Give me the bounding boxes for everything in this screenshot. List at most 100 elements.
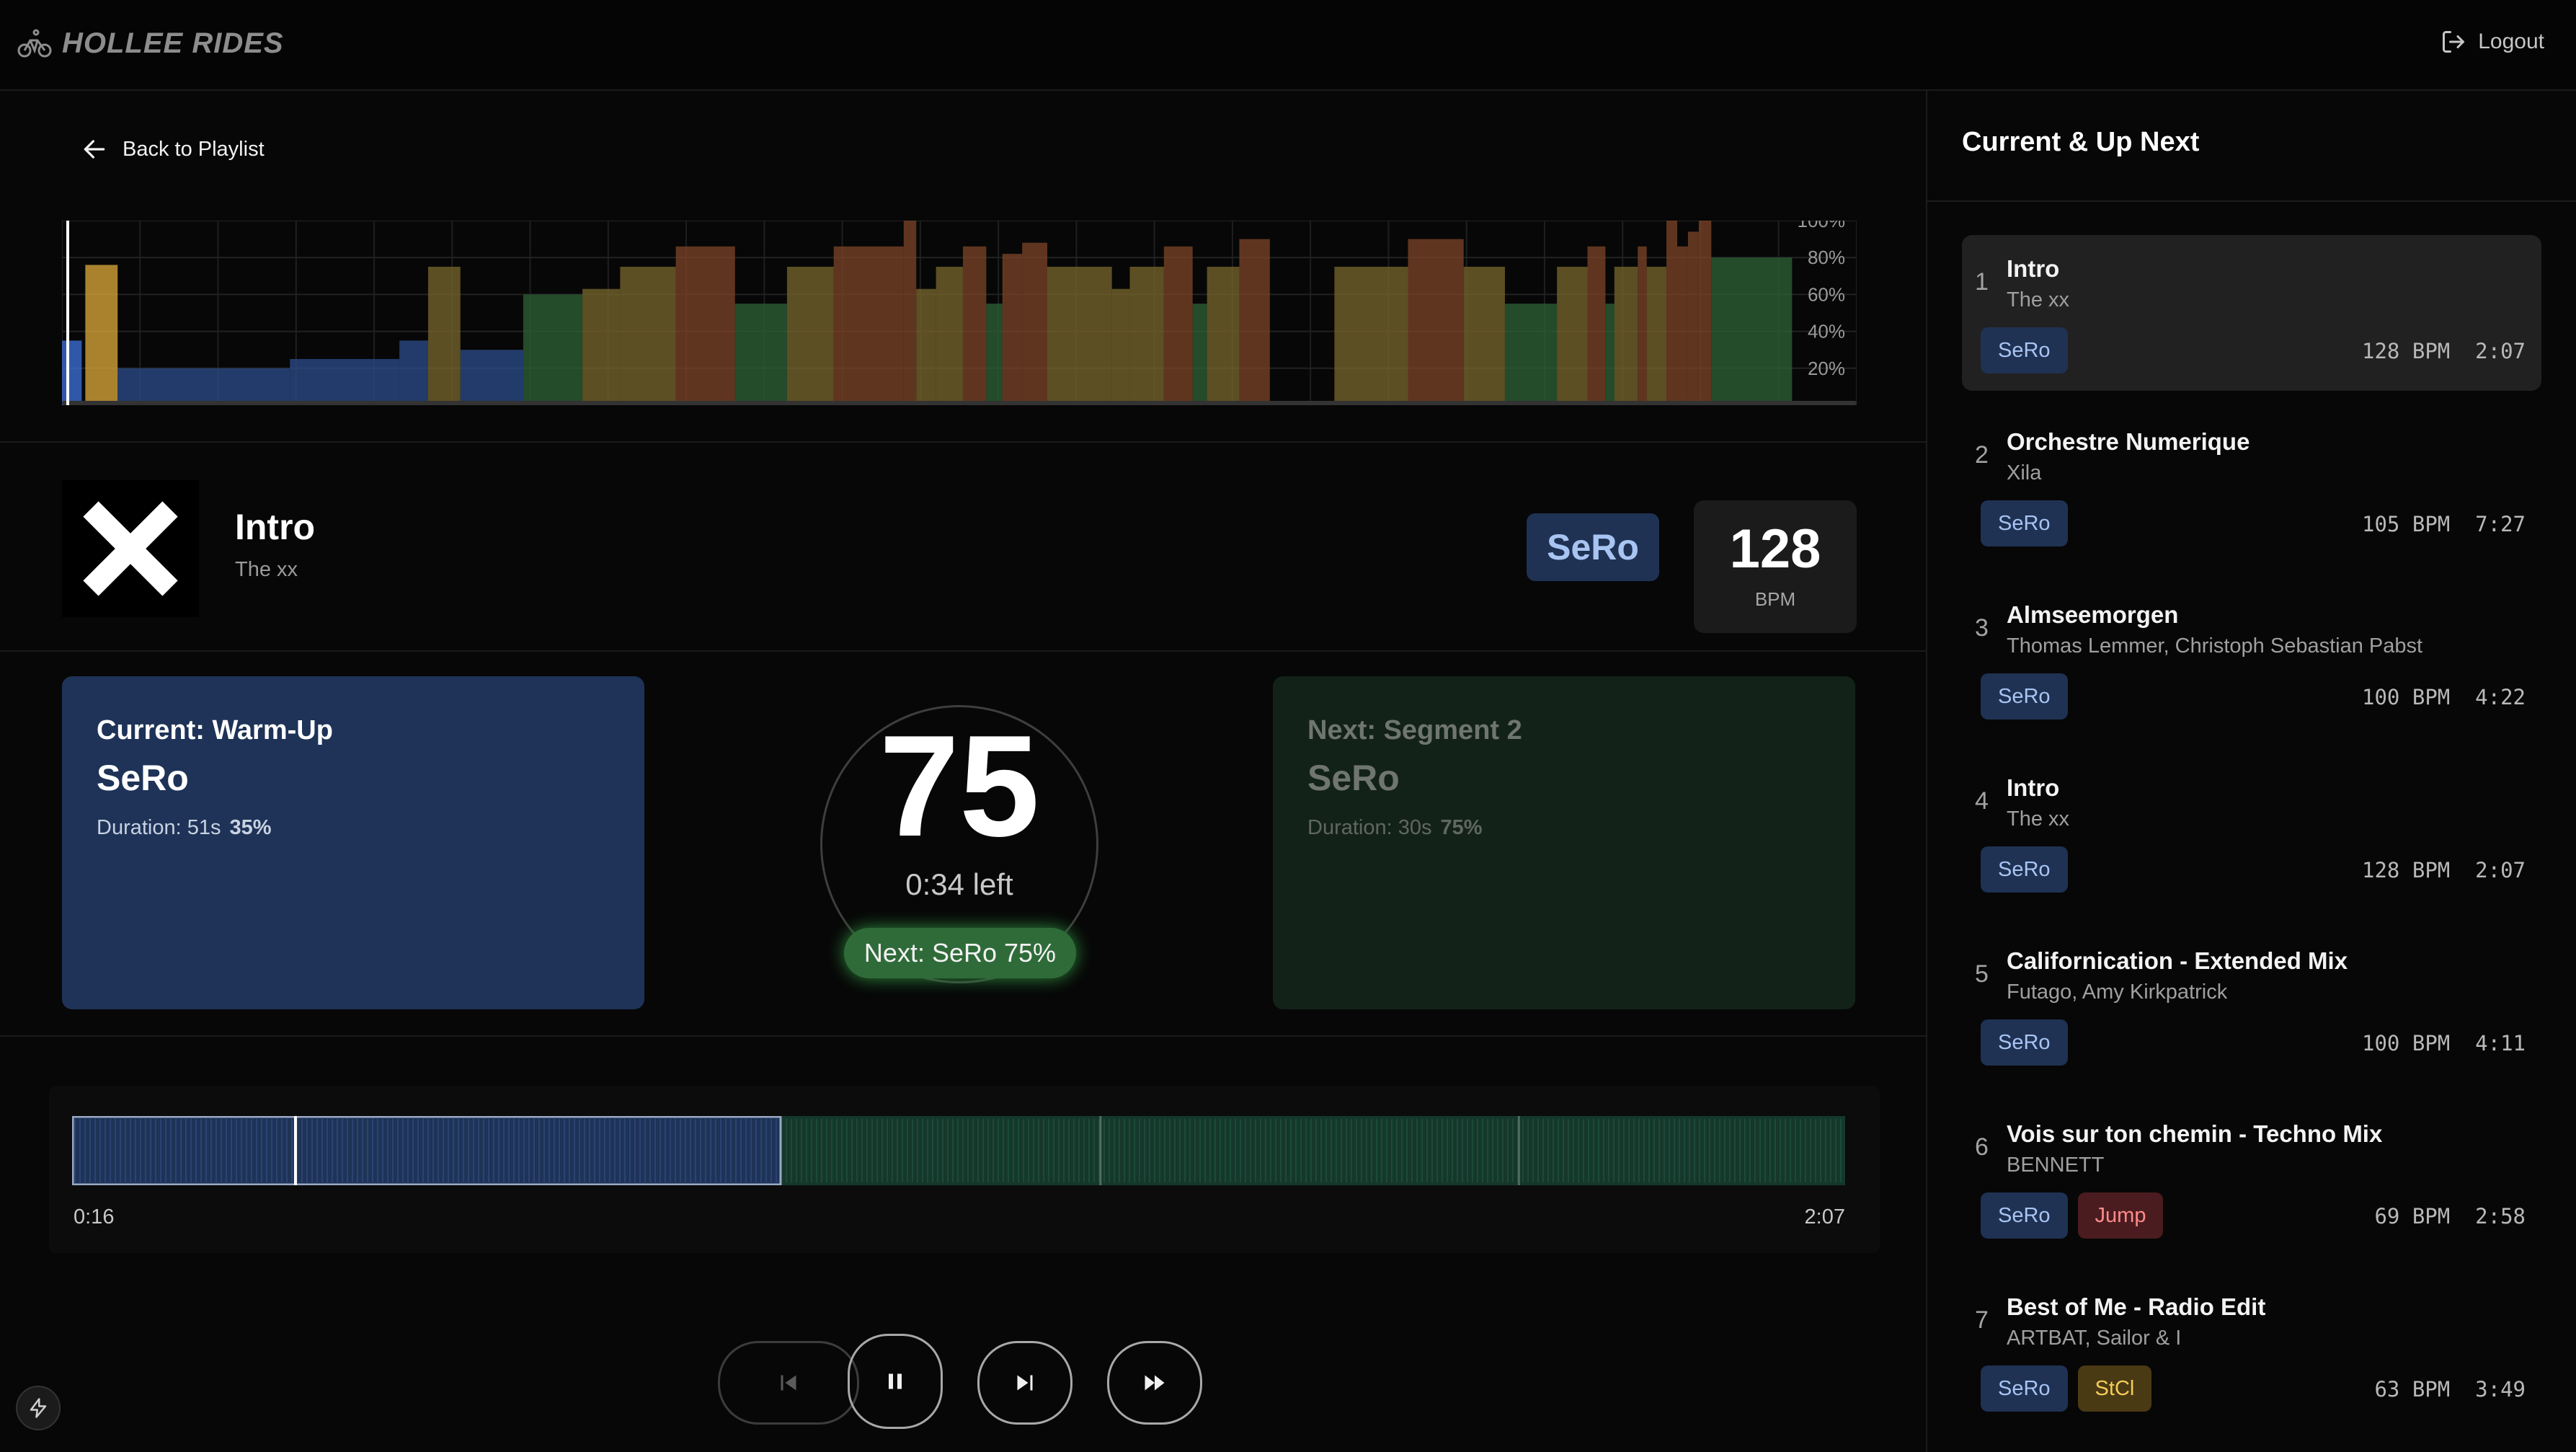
next-segment-card: Next: Segment 2 SeRo Duration: 30s 75% <box>1273 676 1855 1009</box>
chart-bar <box>1408 239 1464 405</box>
chart-bar <box>986 304 1003 405</box>
logout-icon <box>2443 31 2465 53</box>
queue-meta: 105 BPM 7:27 <box>2362 512 2526 536</box>
pause-icon <box>889 1373 902 1389</box>
chart-bar <box>1666 221 1677 405</box>
queue-artist: Xila <box>2007 461 2042 484</box>
chart-bar <box>117 368 290 405</box>
brand-name: HOLLEE RIDES <box>62 27 284 59</box>
chart-bar <box>1022 242 1048 405</box>
queue-number: 7 <box>1975 1306 1989 1334</box>
current-duration-text: Duration: 51s <box>97 816 221 839</box>
chart-bar <box>1614 267 1638 405</box>
current-segment-duration: Duration: 51s 35% <box>97 816 272 840</box>
y-tick-label: 100% <box>1798 221 1846 231</box>
queue-meta: 69 BPM 2:58 <box>2374 1204 2526 1229</box>
segment-timer: 75 0:34 left Next: SeRo 75% <box>820 705 1098 983</box>
sidebar-title: Current & Up Next <box>1962 127 2200 157</box>
chart-bar <box>1605 304 1615 405</box>
logout-button[interactable]: Logout <box>2440 29 2544 55</box>
intensity-profile-svg: 100% 80% 60% 40% 20% <box>62 221 1857 405</box>
time-left: 0:34 left <box>905 867 1013 901</box>
queue-number: 6 <box>1975 1133 1989 1161</box>
queue-tags: SeRo <box>1981 846 2068 893</box>
divider <box>0 650 1926 652</box>
zone-tag: SeRo <box>1981 327 2068 373</box>
queue-artist: ARTBAT, Sailor & I <box>2007 1327 2182 1350</box>
chart-bar <box>675 246 735 405</box>
current-segment-title: Current: Warm-Up <box>97 715 333 745</box>
back-label: Back to Playlist <box>123 137 265 161</box>
zone-tag: SeRo <box>1981 846 2068 893</box>
chart-bar <box>1504 304 1558 405</box>
queue-number: 4 <box>1975 787 1989 815</box>
y-tick-label: 60% <box>1808 283 1845 305</box>
chart-bar <box>582 288 621 405</box>
divider <box>0 441 1926 443</box>
chart-bar <box>1646 267 1667 405</box>
elapsed-time: 0:16 <box>74 1205 115 1229</box>
queue-number: 5 <box>1975 960 1989 988</box>
chart-bar <box>427 267 461 405</box>
scrub-bar[interactable] <box>72 1116 1845 1185</box>
queue-duration: 7:27 <box>2475 512 2526 536</box>
chart-bar <box>1192 304 1207 405</box>
y-tick-label: 40% <box>1808 321 1845 342</box>
timer-value: 75 <box>879 706 1040 867</box>
chart-bar <box>786 267 834 405</box>
queue-meta: 100 BPM 4:22 <box>2362 685 2526 709</box>
player-panel: Back to Playlist 100% 80% 60% 40% 20% Intro … <box>0 91 1926 1452</box>
chart-bar <box>290 359 400 405</box>
zone-tag: Jump <box>2077 1192 2164 1239</box>
queue-number: 3 <box>1975 614 1989 642</box>
y-tick-label: 80% <box>1808 247 1845 268</box>
queue-duration: 2:07 <box>2475 339 2526 363</box>
bpm-value: 128 <box>1729 518 1821 580</box>
queue-item[interactable]: 1 Intro The xx SeRo 128 BPM 2:07 <box>1962 235 2541 391</box>
brand[interactable]: HOLLEE RIDES <box>17 26 284 61</box>
next-duration-text: Duration: 30s <box>1307 816 1432 839</box>
intensity-profile-chart[interactable]: 100% 80% 60% 40% 20% <box>62 221 1857 407</box>
next-segment-duration: Duration: 30s 75% <box>1307 816 1483 840</box>
chart-bar <box>1111 288 1130 405</box>
queue-item[interactable]: 3 Almseemorgen Thomas Lemmer, Christoph Se… <box>1962 581 2541 737</box>
chart-bar <box>62 340 82 405</box>
queue-item[interactable]: 5 Californication - Extended Mix Futago, A… <box>1962 927 2541 1083</box>
total-time: 2:07 <box>1804 1205 1845 1229</box>
queue-item[interactable]: 7 Best of Me - Radio Edit ARTBAT, Sailor &… <box>1962 1273 2541 1429</box>
queue-bpm: 105 BPM <box>2362 512 2451 536</box>
queue-tags: SeRo <box>1981 327 2068 373</box>
chart-bar <box>916 288 936 405</box>
queue-title: Vois sur ton chemin - Techno Mix <box>2007 1120 2383 1147</box>
bpm-label: BPM <box>1754 588 1796 610</box>
queue-item[interactable]: 2 Orchestre Numerique Xila SeRo 105 BPM 7:27 <box>1962 408 2541 564</box>
queue-bpm: 63 BPM <box>2374 1377 2451 1402</box>
pause-button[interactable] <box>848 1334 943 1429</box>
fast-forward-icon <box>1145 1375 1165 1391</box>
chart-bar <box>523 294 583 405</box>
queue-title: Almseemorgen <box>2007 601 2179 628</box>
back-to-playlist-link[interactable]: Back to Playlist <box>81 136 265 163</box>
previous-button[interactable] <box>718 1341 859 1425</box>
next-track-button[interactable] <box>977 1341 1072 1425</box>
queue-duration: 2:58 <box>2475 1204 2526 1229</box>
queue-duration: 2:07 <box>2475 858 2526 882</box>
zone-tag: StCl <box>2077 1365 2152 1412</box>
next-intensity: 75% <box>1440 816 1483 839</box>
queue-title: Californication - Extended Mix <box>2007 947 2348 974</box>
dev-tools-button[interactable] <box>16 1386 61 1430</box>
chart-bar <box>734 304 787 405</box>
queue-artist: The xx <box>2007 288 2070 311</box>
queue-number: 1 <box>1975 268 1989 296</box>
queue-bpm: 100 BPM <box>2362 1031 2451 1055</box>
queue-item[interactable]: 6 Vois sur ton chemin - Techno Mix BENNETT… <box>1962 1100 2541 1256</box>
queue-item[interactable]: 4 Intro The xx SeRo 128 BPM 2:07 <box>1962 754 2541 910</box>
chart-bar <box>962 246 987 405</box>
chart-bar <box>1638 246 1647 405</box>
skip-back-icon <box>781 1375 796 1391</box>
chart-bar <box>1047 267 1112 405</box>
chart-bar <box>620 267 676 405</box>
queue-bpm: 69 BPM <box>2374 1204 2451 1229</box>
fast-forward-button[interactable] <box>1107 1341 1202 1425</box>
chart-bar <box>936 267 963 405</box>
